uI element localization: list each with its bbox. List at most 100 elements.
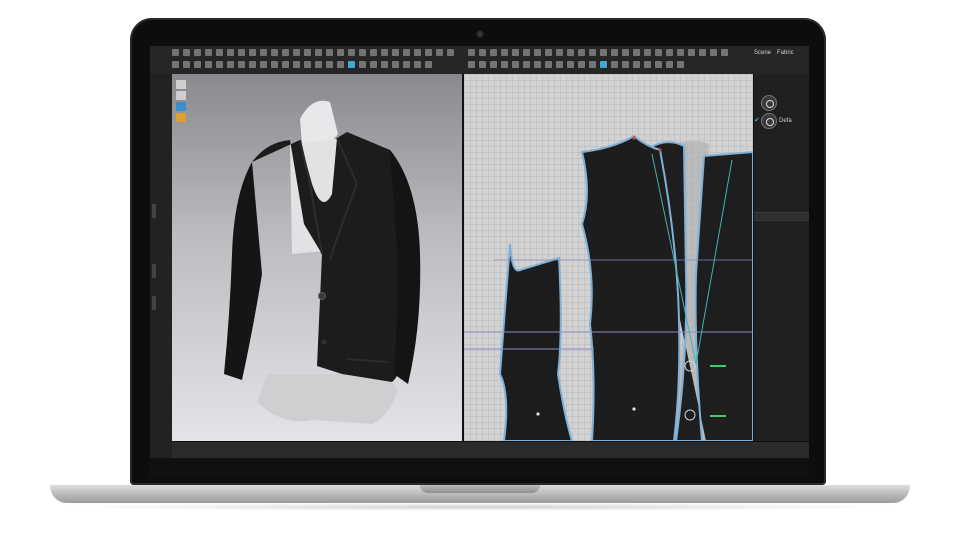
tool-icon[interactable] [403, 61, 410, 68]
tool-icon[interactable] [490, 61, 497, 68]
tool-icon[interactable] [666, 49, 673, 56]
tab-fabric[interactable]: Fabric [777, 50, 794, 56]
property-editor-header[interactable] [754, 212, 809, 221]
texture-icon[interactable] [176, 113, 186, 122]
tool-icon[interactable] [337, 61, 344, 68]
tool-icon[interactable] [227, 49, 234, 56]
tool-icon[interactable] [293, 61, 300, 68]
tool-icon[interactable] [348, 49, 355, 56]
tool-icon[interactable] [304, 49, 311, 56]
tool-icon[interactable] [589, 49, 596, 56]
tool-icon[interactable] [501, 61, 508, 68]
tool-icon[interactable] [293, 49, 300, 56]
tool-icon[interactable] [271, 61, 278, 68]
tool-icon[interactable] [436, 49, 443, 56]
tool-icon[interactable] [194, 49, 201, 56]
select-icon[interactable] [172, 49, 179, 56]
tool-icon[interactable] [304, 61, 311, 68]
tool-icon[interactable] [315, 61, 322, 68]
tool-icon[interactable] [699, 49, 706, 56]
tool-icon[interactable] [545, 49, 552, 56]
3d-viewport[interactable] [172, 74, 462, 441]
tool-icon[interactable] [534, 49, 541, 56]
tool-icon[interactable] [216, 49, 223, 56]
tool-icon[interactable] [710, 49, 717, 56]
rail-handle[interactable] [152, 204, 156, 218]
selected-tool-icon[interactable] [600, 61, 607, 68]
2d-pattern-window[interactable] [464, 74, 754, 442]
tool-icon[interactable] [238, 61, 245, 68]
tool-icon[interactable] [600, 49, 607, 56]
tool-icon[interactable] [183, 61, 190, 68]
tool-icon[interactable] [238, 49, 245, 56]
tool-icon[interactable] [326, 49, 333, 56]
tool-icon[interactable] [425, 49, 432, 56]
tool-icon[interactable] [512, 49, 519, 56]
tool-icon[interactable] [260, 61, 267, 68]
tool-icon[interactable] [501, 49, 508, 56]
fabric-swatch[interactable] [762, 114, 776, 128]
tool-icon[interactable] [556, 49, 563, 56]
tool-icon[interactable] [216, 61, 223, 68]
tool-icon[interactable] [370, 49, 377, 56]
tool-icon[interactable] [249, 49, 256, 56]
tool-icon[interactable] [633, 49, 640, 56]
tool-icon[interactable] [381, 49, 388, 56]
tool-icon[interactable] [359, 61, 366, 68]
tool-icon[interactable] [633, 61, 640, 68]
move-icon[interactable] [183, 49, 190, 56]
tool-icon[interactable] [567, 61, 574, 68]
tool-icon[interactable] [326, 61, 333, 68]
tool-icon[interactable] [381, 61, 388, 68]
tool-icon[interactable] [205, 49, 212, 56]
avatar-icon[interactable] [176, 80, 186, 89]
tool-icon[interactable] [644, 61, 651, 68]
tool-icon[interactable] [249, 61, 256, 68]
tool-icon[interactable] [337, 49, 344, 56]
tool-icon[interactable] [315, 49, 322, 56]
tool-icon[interactable] [194, 61, 201, 68]
tool-icon[interactable] [414, 61, 421, 68]
tool-icon[interactable] [370, 61, 377, 68]
tool-icon[interactable] [392, 61, 399, 68]
light-icon[interactable] [176, 91, 186, 100]
tool-icon[interactable] [589, 61, 596, 68]
tool-icon[interactable] [655, 49, 662, 56]
tool-icon[interactable] [260, 49, 267, 56]
selected-tool-icon[interactable] [348, 61, 355, 68]
tool-icon[interactable] [721, 49, 728, 56]
tool-icon[interactable] [282, 49, 289, 56]
tool-icon[interactable] [271, 49, 278, 56]
tool-icon[interactable] [479, 49, 486, 56]
tool-icon[interactable] [205, 61, 212, 68]
tool-icon[interactable] [523, 61, 530, 68]
display-mode-icon[interactable] [176, 102, 186, 111]
tool-icon[interactable] [611, 49, 618, 56]
tool-icon[interactable] [414, 49, 421, 56]
tool-icon[interactable] [677, 49, 684, 56]
tool-icon[interactable] [655, 61, 662, 68]
tool-icon[interactable] [545, 61, 552, 68]
rail-handle[interactable] [152, 264, 156, 278]
tool-icon[interactable] [578, 49, 585, 56]
rail-handle[interactable] [152, 296, 156, 310]
tool-icon[interactable] [359, 49, 366, 56]
tool-icon[interactable] [512, 61, 519, 68]
tool-icon[interactable] [644, 49, 651, 56]
tool-icon[interactable] [282, 61, 289, 68]
tool-icon[interactable] [403, 49, 410, 56]
tool-icon[interactable] [479, 61, 486, 68]
tool-icon[interactable] [227, 61, 234, 68]
tab-scene[interactable]: Scene [754, 50, 771, 56]
tool-icon[interactable] [490, 49, 497, 56]
tool-icon[interactable] [534, 61, 541, 68]
tool-icon[interactable] [447, 49, 454, 56]
fabric-swatch[interactable] [762, 96, 776, 110]
tool-icon[interactable] [468, 61, 475, 68]
tool-icon[interactable] [523, 49, 530, 56]
tool-icon[interactable] [172, 61, 179, 68]
tool-icon[interactable] [425, 61, 432, 68]
tool-icon[interactable] [666, 61, 673, 68]
tool-icon[interactable] [677, 61, 684, 68]
tool-icon[interactable] [578, 61, 585, 68]
